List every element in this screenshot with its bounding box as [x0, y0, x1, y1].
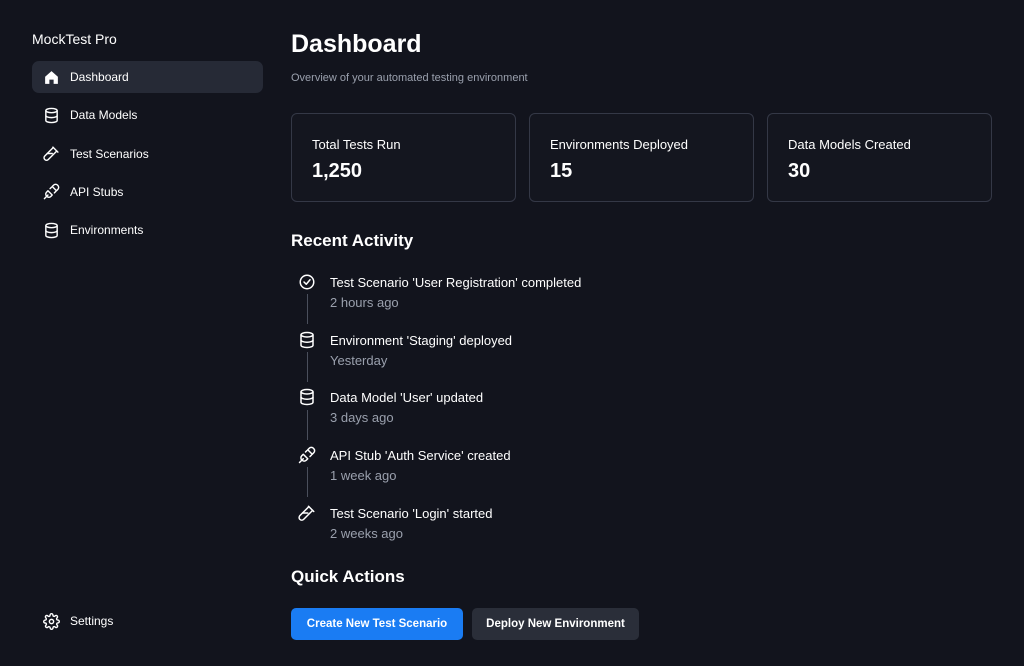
- activity-item: Test Scenario 'Login' started 2 weeks ag…: [291, 501, 891, 551]
- page-subtitle: Overview of your automated testing envir…: [291, 72, 528, 84]
- sidebar-item-settings[interactable]: Settings: [32, 605, 263, 637]
- stats-row: Total Tests Run 1,250 Environments Deplo…: [291, 113, 992, 202]
- stat-card-data-models-created: Data Models Created 30: [767, 113, 992, 202]
- sidebar-item-dashboard[interactable]: Dashboard: [32, 61, 263, 93]
- activity-text: Environment 'Staging' deployed: [330, 333, 513, 348]
- app-root: MockTest Pro Dashboard Data Models Test …: [0, 0, 1024, 666]
- quick-actions-title: Quick Actions: [291, 567, 405, 586]
- sidebar-item-label: Data Models: [70, 108, 138, 123]
- stat-value: 1,250: [312, 160, 363, 182]
- activity-text: Test Scenario 'Login' started: [330, 506, 493, 521]
- database-icon: [298, 331, 316, 349]
- activity-time: 2 weeks ago: [330, 526, 403, 541]
- sidebar: MockTest Pro Dashboard Data Models Test …: [0, 0, 275, 666]
- database-icon: [42, 106, 60, 124]
- sidebar-item-api-stubs[interactable]: API Stubs: [32, 176, 263, 208]
- activity-item: Data Model 'User' updated 3 days ago: [291, 385, 891, 435]
- stat-card-environments-deployed: Environments Deployed 15: [529, 113, 754, 202]
- sidebar-item-label: Test Scenarios: [70, 146, 149, 161]
- page-title: Dashboard: [291, 30, 422, 58]
- activity-item: Test Scenario 'User Registration' comple…: [291, 270, 891, 320]
- activity-item: Environment 'Staging' deployed Yesterday: [291, 328, 891, 378]
- test-tube-icon: [298, 504, 316, 522]
- activity-text: Test Scenario 'User Registration' comple…: [330, 275, 582, 290]
- sidebar-item-label: Environments: [70, 223, 144, 238]
- activity-text: API Stub 'Auth Service' created: [330, 448, 511, 463]
- sidebar-item-data-models[interactable]: Data Models: [32, 99, 263, 131]
- stat-label: Environments Deployed: [550, 137, 689, 152]
- plug-icon: [42, 183, 60, 201]
- activity-text: Data Model 'User' updated: [330, 390, 484, 405]
- database-icon: [42, 221, 60, 239]
- sidebar-item-test-scenarios[interactable]: Test Scenarios: [32, 138, 263, 170]
- create-test-scenario-button[interactable]: Create New Test Scenario: [291, 608, 463, 640]
- stat-value: 15: [550, 160, 573, 182]
- recent-activity-title: Recent Activity: [291, 231, 414, 250]
- activity-time: Yesterday: [330, 353, 388, 368]
- plug-icon: [298, 446, 316, 464]
- sidebar-item-environments[interactable]: Environments: [32, 214, 263, 246]
- activity-time: 1 week ago: [330, 468, 397, 483]
- sidebar-item-label: API Stubs: [70, 184, 124, 199]
- app-title: MockTest Pro: [32, 31, 117, 47]
- activity-item: API Stub 'Auth Service' created 1 week a…: [291, 443, 891, 493]
- sidebar-item-label: Dashboard: [70, 70, 129, 84]
- activity-time: 2 hours ago: [330, 295, 399, 310]
- stat-label: Total Tests Run: [312, 137, 401, 152]
- test-tube-icon: [42, 145, 60, 163]
- sidebar-settings: Settings: [32, 605, 263, 643]
- database-icon: [298, 388, 316, 406]
- gear-icon: [42, 612, 60, 630]
- activity-time: 3 days ago: [330, 410, 394, 425]
- sidebar-nav: Dashboard Data Models Test Scenarios API…: [32, 61, 263, 252]
- main-content: Dashboard Overview of your automated tes…: [291, 0, 992, 666]
- stat-card-total-tests: Total Tests Run 1,250: [291, 113, 516, 202]
- stat-value: 30: [788, 160, 811, 182]
- home-icon: [42, 68, 60, 86]
- stat-label: Data Models Created: [788, 137, 911, 152]
- deploy-environment-button[interactable]: Deploy New Environment: [472, 608, 639, 640]
- sidebar-item-label: Settings: [70, 614, 114, 628]
- check-circle-icon: [298, 273, 316, 291]
